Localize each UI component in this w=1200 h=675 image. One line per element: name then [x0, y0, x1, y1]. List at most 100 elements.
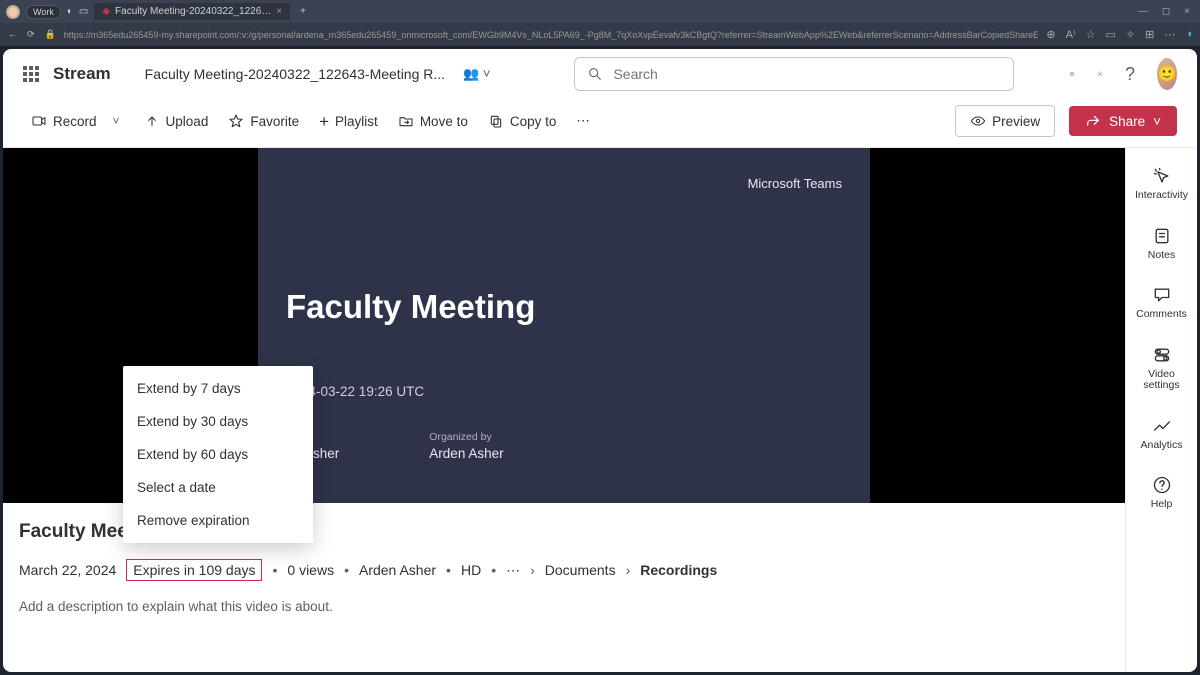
rail-label: Help	[1151, 499, 1173, 511]
favorites-bar-icon[interactable]: ⊞	[1145, 28, 1154, 41]
expires-chip[interactable]: Expires in 109 days	[126, 559, 262, 581]
profile-icon[interactable]	[6, 5, 20, 19]
refresh-icon[interactable]: ⟳	[27, 29, 35, 40]
collections-icon[interactable]: ▭	[1106, 28, 1116, 41]
share-button[interactable]: Share ˅	[1069, 106, 1177, 136]
maximize-icon[interactable]: ◻	[1162, 6, 1170, 17]
organized-by-label: Organized by	[429, 431, 503, 443]
meta-date: March 22, 2024	[19, 562, 116, 578]
app-header: Stream Faculty Meeting-20240322_122643-M…	[3, 49, 1197, 99]
video-slide: Microsoft Teams Faculty Meeting 2024-03-…	[258, 148, 870, 503]
brand-name[interactable]: Stream	[53, 64, 111, 84]
close-icon[interactable]: ×	[276, 6, 282, 17]
app-launcher-icon[interactable]	[23, 66, 39, 82]
record-button[interactable]: Record	[23, 108, 105, 134]
playlist-button[interactable]: + Playlist	[311, 108, 386, 135]
search-box[interactable]	[574, 57, 1014, 91]
record-label: Record	[53, 114, 97, 129]
meta-more[interactable]: ⋯	[506, 562, 520, 579]
slide-datetime: 2024-03-22 19:26 UTC	[286, 384, 842, 399]
read-aloud-icon[interactable]: A⁾	[1066, 28, 1076, 41]
copy-icon	[488, 113, 504, 129]
upload-button[interactable]: Upload	[136, 108, 217, 134]
meta-quality: HD	[461, 562, 481, 578]
favorite-label: Favorite	[250, 114, 299, 129]
rail-label: Interactivity	[1135, 190, 1188, 202]
copilot-icon[interactable]: ◐	[67, 6, 73, 17]
browser-tab[interactable]: ◆ Faculty Meeting-20240322_1226… ×	[94, 3, 290, 20]
file-name[interactable]: Faculty Meeting-20240322_122643-Meeting …	[145, 66, 445, 82]
star-icon	[228, 113, 244, 129]
meta-author[interactable]: Arden Asher	[359, 562, 436, 578]
upload-icon	[144, 113, 160, 129]
more-actions-button[interactable]: ⋯	[568, 108, 598, 134]
shared-with-icon[interactable]: 👥 ˅	[463, 66, 490, 82]
folder-move-icon	[398, 113, 414, 129]
slide-title: Faculty Meeting	[286, 288, 842, 326]
plus-icon: +	[319, 113, 329, 130]
work-profile-badge[interactable]: Work	[26, 5, 61, 19]
rail-comments[interactable]: Comments	[1126, 277, 1197, 329]
rail-label: Analytics	[1140, 440, 1182, 452]
rail-label: Comments	[1136, 309, 1187, 321]
description-placeholder[interactable]: Add a description to explain what this v…	[19, 599, 1109, 614]
team-icon[interactable]	[1069, 71, 1075, 77]
letterbox-right	[870, 148, 1125, 503]
menu-extend-60[interactable]: Extend by 60 days	[123, 438, 313, 471]
minimize-icon[interactable]: —	[1138, 6, 1148, 17]
rail-label: Videosettings	[1143, 369, 1179, 392]
help-icon[interactable]: ?	[1125, 64, 1135, 85]
breadcrumb-documents[interactable]: Documents	[545, 562, 616, 578]
browser-tab-strip: Work ◐ ▭ ◆ Faculty Meeting-20240322_1226…	[0, 0, 1200, 23]
expiration-context-menu: Extend by 7 days Extend by 30 days Exten…	[123, 366, 313, 543]
rail-video-settings[interactable]: Videosettings	[1126, 337, 1197, 400]
search-icon	[587, 66, 603, 82]
search-input[interactable]	[613, 66, 1001, 82]
toolbar: Record ˅ Upload Favorite + Playlist Move…	[3, 99, 1197, 148]
menu-remove-expiration[interactable]: Remove expiration	[123, 504, 313, 537]
rail-help[interactable]: Help	[1126, 467, 1197, 519]
url-text[interactable]: https://m365edu265459-my.sharepoint.com/…	[64, 30, 1039, 40]
avatar[interactable]: 🙂	[1157, 58, 1177, 90]
browser-url-bar: ← ⟳ 🔒 https://m365edu265459-my.sharepoin…	[0, 23, 1200, 46]
notes-icon	[1152, 226, 1172, 246]
slide-brand: Microsoft Teams	[748, 176, 842, 191]
preview-button[interactable]: Preview	[955, 105, 1055, 137]
chevron-right-icon: ›	[626, 562, 631, 578]
more-icon[interactable]: ⋯	[1164, 28, 1175, 41]
new-tab-group-icon[interactable]: ▭	[79, 6, 88, 17]
menu-select-date[interactable]: Select a date	[123, 471, 313, 504]
rail-notes[interactable]: Notes	[1126, 218, 1197, 270]
copy-to-button[interactable]: Copy to	[480, 108, 565, 134]
comment-icon	[1152, 285, 1172, 305]
separator-dot: •	[272, 562, 277, 578]
zoom-icon[interactable]: ⊕	[1046, 28, 1055, 41]
rail-analytics[interactable]: Analytics	[1126, 408, 1197, 460]
breadcrumb-recordings[interactable]: Recordings	[640, 562, 717, 578]
move-to-label: Move to	[420, 114, 468, 129]
extensions-icon[interactable]: ✧	[1126, 28, 1135, 41]
menu-extend-30[interactable]: Extend by 30 days	[123, 405, 313, 438]
record-chevron[interactable]: ˅	[109, 114, 124, 128]
separator-dot: •	[446, 562, 451, 578]
copilot-sidebar-icon[interactable]: ◑	[1185, 28, 1192, 41]
analytics-icon	[1152, 416, 1172, 436]
back-icon[interactable]: ←	[8, 29, 17, 40]
gear-icon[interactable]	[1097, 71, 1103, 77]
new-tab-button[interactable]: +	[296, 6, 306, 17]
tab-title: Faculty Meeting-20240322_1226…	[115, 6, 271, 17]
favorite-button[interactable]: Favorite	[220, 108, 307, 134]
eye-icon	[970, 113, 986, 129]
chevron-right-icon: ›	[530, 562, 535, 578]
star-icon[interactable]: ☆	[1086, 28, 1096, 41]
separator-dot: •	[491, 562, 496, 578]
menu-extend-7[interactable]: Extend by 7 days	[123, 372, 313, 405]
chevron-down-icon: ˅	[1153, 114, 1161, 129]
close-window-icon[interactable]: ×	[1184, 6, 1190, 17]
rail-label: Notes	[1148, 250, 1175, 262]
rail-interactivity[interactable]: Interactivity	[1126, 158, 1197, 210]
move-to-button[interactable]: Move to	[390, 108, 476, 134]
organized-by-name: Arden Asher	[429, 446, 503, 461]
share-icon	[1085, 113, 1101, 129]
help-circle-icon	[1152, 475, 1172, 495]
